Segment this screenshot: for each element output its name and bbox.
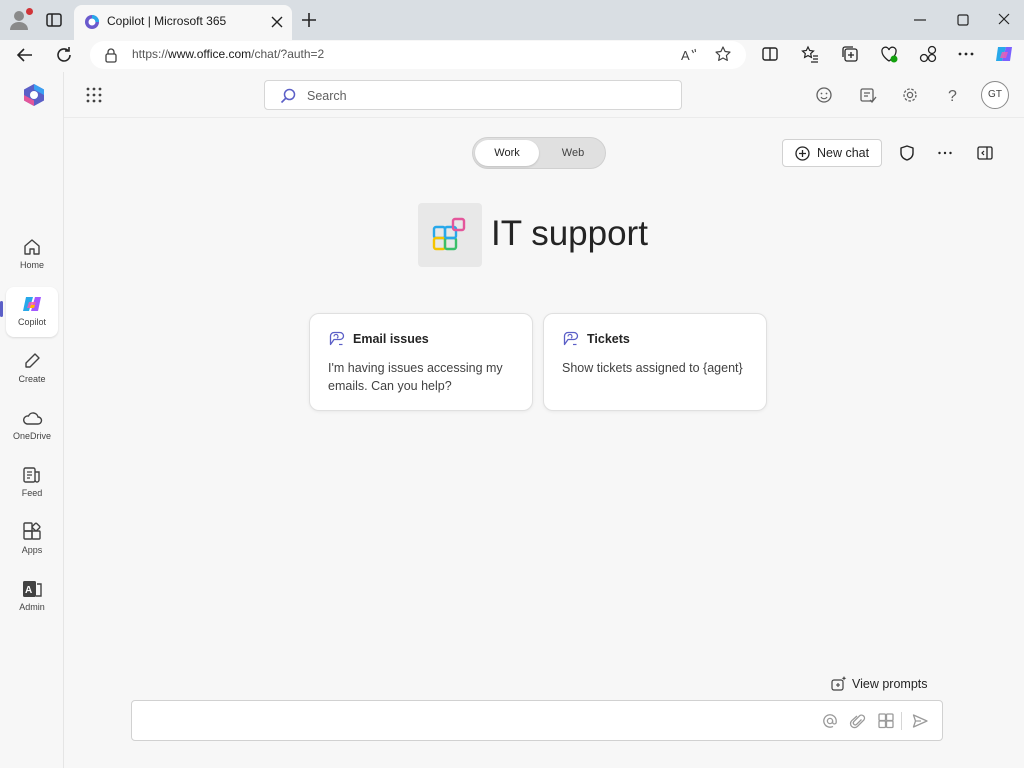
more-icon[interactable]: [956, 44, 976, 64]
work-web-toggle[interactable]: Work Web: [472, 137, 606, 169]
copilot-icon: [21, 293, 43, 315]
admin-icon: A: [21, 578, 43, 600]
copilot-icon[interactable]: [993, 43, 1015, 65]
active-indicator: [0, 301, 3, 317]
notification-dot: [26, 8, 33, 15]
svg-text:?: ?: [948, 88, 957, 105]
plus-icon[interactable]: [300, 11, 318, 29]
mention-icon[interactable]: [821, 712, 839, 730]
rail-label: Admin: [19, 602, 45, 612]
m365-logo-icon[interactable]: [22, 83, 46, 107]
view-prompts-button[interactable]: View prompts: [830, 673, 934, 695]
copilot-app: Home Copilot Create OneDrive Feed Apps A…: [0, 72, 1024, 768]
app-launcher-icon[interactable]: [84, 85, 104, 105]
rail-label: OneDrive: [12, 431, 51, 441]
collections-icon[interactable]: [840, 44, 860, 64]
rail-label: Create: [18, 374, 46, 384]
prompt-card-email-issues[interactable]: Email issues I'm having issues accessing…: [309, 313, 533, 411]
toggle-web[interactable]: Web: [543, 140, 603, 166]
chat-bubble-icon: [562, 330, 579, 347]
tab-actions-icon[interactable]: [44, 10, 64, 30]
lock-icon[interactable]: [104, 47, 118, 63]
rail-label: Apps: [21, 545, 43, 555]
view-prompts-label: View prompts: [852, 677, 928, 691]
smiley-feedback-icon[interactable]: [814, 85, 834, 105]
minimize-icon[interactable]: [912, 12, 928, 28]
cloud-icon: [21, 407, 43, 429]
close-icon[interactable]: [270, 15, 284, 29]
new-chat-label: New chat: [817, 146, 870, 160]
tab-title: Copilot | Microsoft 365: [107, 14, 227, 28]
refresh-icon[interactable]: [54, 45, 74, 65]
read-aloud-icon[interactable]: A: [680, 46, 698, 64]
whats-new-icon[interactable]: [858, 85, 878, 105]
agent-avatar: [418, 203, 482, 267]
browser-essentials-icon[interactable]: [879, 44, 899, 64]
home-icon: [21, 236, 43, 258]
rail-item-admin[interactable]: A Admin: [6, 572, 58, 622]
back-icon[interactable]: [15, 45, 35, 65]
agent-title: IT support: [491, 214, 648, 253]
rail-label: Copilot: [17, 317, 46, 327]
url-domain: www.office.com: [168, 47, 252, 61]
browser-tab[interactable]: Copilot | Microsoft 365: [74, 5, 292, 40]
more-options-icon[interactable]: [936, 144, 954, 162]
prompt-card-text: Show tickets assigned to {agent}: [562, 361, 743, 375]
feed-icon: [21, 464, 43, 486]
new-chat-button[interactable]: New chat: [782, 139, 882, 167]
maximize-icon[interactable]: [955, 12, 971, 28]
split-screen-icon[interactable]: [760, 44, 780, 64]
left-rail: Home Copilot Create OneDrive Feed Apps A…: [0, 72, 64, 768]
message-composer: [131, 700, 943, 741]
prompt-card-text: I'm having issues accessing my emails. C…: [328, 361, 503, 393]
gear-icon[interactable]: [900, 85, 920, 105]
apps-plugin-icon[interactable]: [877, 712, 895, 730]
svg-text:A: A: [25, 585, 32, 596]
rail-item-home[interactable]: Home: [6, 230, 58, 280]
rail-item-copilot[interactable]: Copilot: [6, 287, 58, 337]
prompt-card-title: Tickets: [587, 332, 630, 346]
send-icon[interactable]: [911, 712, 929, 730]
composer-divider: [901, 712, 902, 730]
it-support-agent-icon: [432, 217, 468, 253]
chat-main: Work Web New chat IT support Email issue…: [64, 118, 1024, 768]
url-path: /chat/?auth=2: [251, 47, 325, 61]
prompt-card-title: Email issues: [353, 332, 429, 346]
shield-icon[interactable]: [898, 144, 916, 162]
rail-item-apps[interactable]: Apps: [6, 515, 58, 565]
help-icon[interactable]: ?: [943, 85, 963, 105]
extensions-icon[interactable]: [918, 44, 938, 64]
prompt-card-tickets[interactable]: Tickets Show tickets assigned to {agent}: [543, 313, 767, 411]
url-prefix: https://: [132, 47, 169, 61]
rail-item-onedrive[interactable]: OneDrive: [6, 401, 58, 451]
avatar[interactable]: GT: [981, 81, 1009, 109]
app-header: Search ? GT: [64, 72, 1024, 118]
copilot-favicon: [84, 14, 100, 30]
svg-text:A: A: [681, 48, 690, 63]
favorite-star-icon[interactable]: [714, 45, 732, 63]
close-window-icon[interactable]: [996, 11, 1012, 27]
apps-icon: [21, 521, 43, 543]
search-placeholder: Search: [307, 89, 347, 103]
chat-bubble-icon: [328, 330, 345, 347]
address-toolbar: https://www.office.com/chat/?auth=2 A: [0, 40, 1024, 72]
profile-icon[interactable]: [8, 8, 34, 32]
pen-icon: [21, 350, 43, 372]
rail-item-create[interactable]: Create: [6, 344, 58, 394]
new-chat-plus-icon: [794, 145, 811, 162]
favorites-list-icon[interactable]: [800, 44, 820, 64]
rail-label: Home: [19, 260, 44, 270]
sparkle-prompt-icon: [830, 675, 847, 692]
search-input[interactable]: Search: [264, 80, 682, 110]
message-input[interactable]: [144, 711, 804, 731]
url-text: https://www.office.com/chat/?auth=2: [132, 47, 324, 61]
attach-icon[interactable]: [849, 712, 867, 730]
search-icon: [279, 87, 297, 105]
toggle-work[interactable]: Work: [475, 140, 539, 166]
browser-tab-bar: Copilot | Microsoft 365: [0, 0, 1024, 40]
rail-item-feed[interactable]: Feed: [6, 458, 58, 508]
rail-label: Feed: [21, 488, 43, 498]
side-panel-icon[interactable]: [976, 144, 994, 162]
url-bar[interactable]: https://www.office.com/chat/?auth=2 A: [90, 41, 746, 69]
